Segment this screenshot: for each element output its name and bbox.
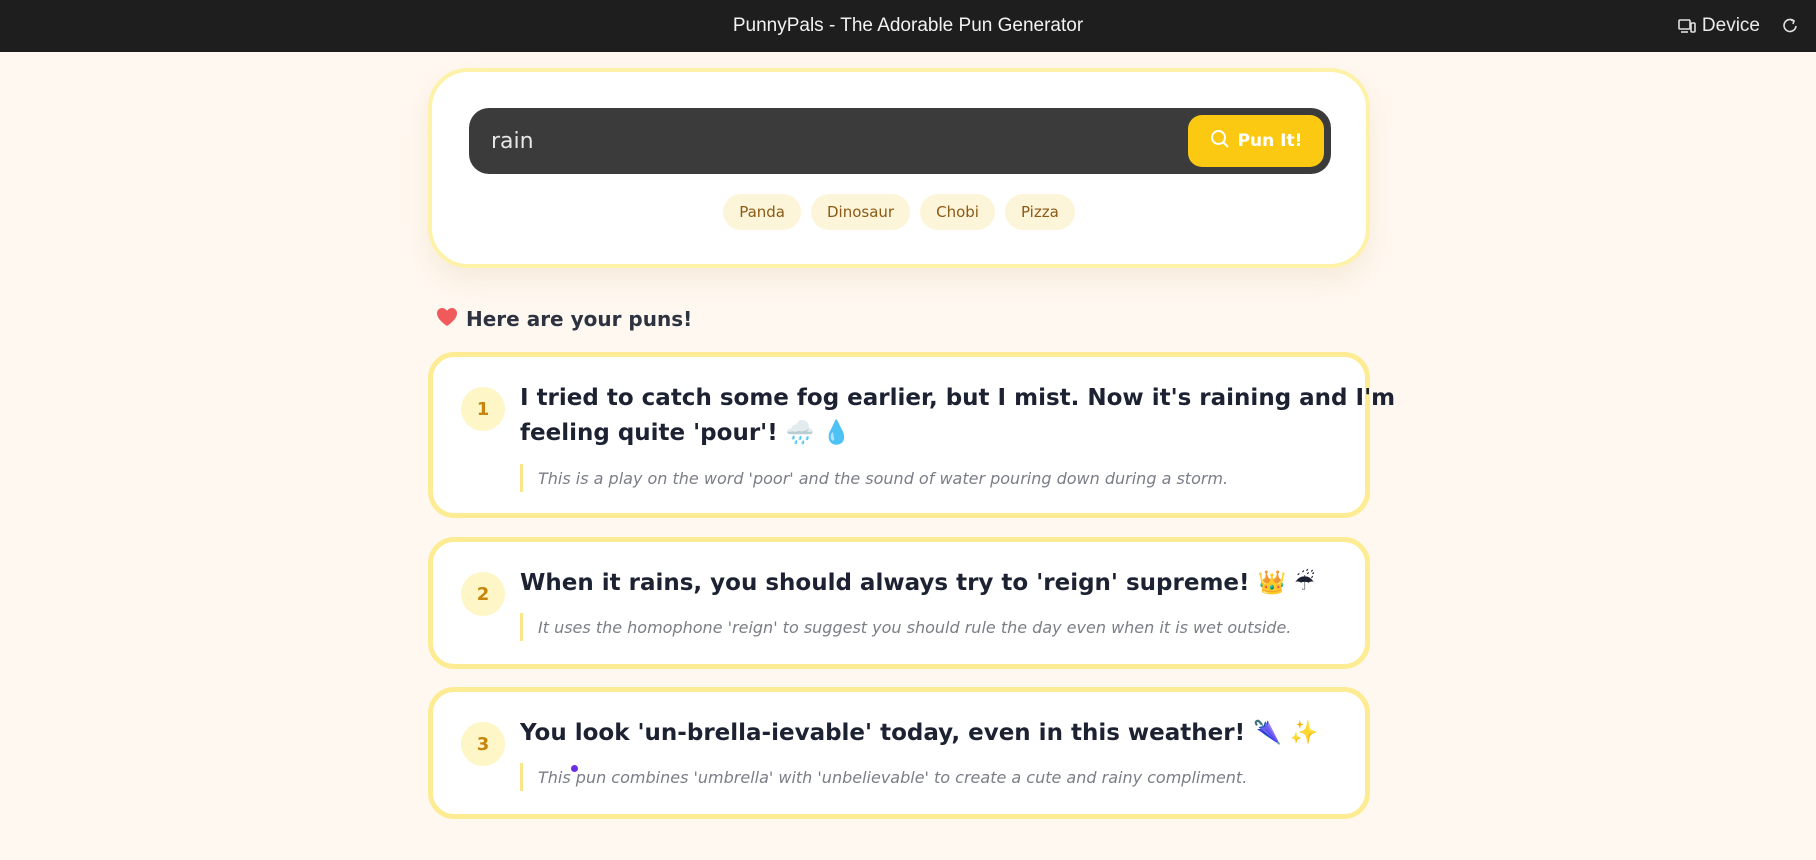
search-icon [1210,129,1230,154]
pun-text: I tried to catch some fog earlier, but I… [520,381,1396,451]
device-label: Device [1701,15,1760,36]
title-bar: PunnyPals - The Adorable Pun Generator D… [0,0,1816,52]
window-title: PunnyPals - The Adorable Pun Generator [732,15,1084,36]
pun-text-line: I tried to catch some fog earlier, but I… [520,385,1396,411]
search-card: Pun It! Panda Dinosaur Chobi Pizza [428,68,1370,268]
results-heading: Here are your puns! [436,304,692,334]
pun-text: When it rains, you should always try to … [520,566,1320,601]
refresh-icon [1782,17,1798,35]
search-input[interactable] [491,118,1151,164]
device-button[interactable]: Device [1678,15,1760,37]
suggestion-chips: Panda Dinosaur Chobi Pizza [432,194,1366,230]
pun-text: You look 'un-brella-ievable' today, even… [520,716,1320,751]
pun-it-label: Pun It! [1237,131,1303,151]
results-heading-text: Here are your puns! [466,307,693,331]
pun-card: 3 You look 'un-brella-ievable' today, ev… [428,687,1370,819]
pun-number-badge: 2 [461,572,505,616]
pun-text-line: When it rains, you should always try to … [520,570,1315,596]
pun-number-badge: 3 [461,722,505,766]
title-bar-controls: Device [1678,0,1798,52]
pun-explanation: It uses the homophone 'reign' to suggest… [520,613,1291,641]
search-bar: Pun It! [469,108,1331,174]
device-icon [1678,18,1696,34]
pun-card: 1 I tried to catch some fog earlier, but… [428,352,1396,518]
mouse-cursor-indicator [571,765,578,772]
pun-card: 2 When it rains, you should always try t… [428,537,1370,669]
refresh-button[interactable] [1782,17,1798,35]
pun-explanation: This pun combines 'umbrella' with 'unbel… [520,763,1247,791]
pun-it-button[interactable]: Pun It! [1188,115,1324,167]
chip-panda[interactable]: Panda [723,194,801,230]
pun-number-badge: 1 [461,387,505,431]
heart-icon [436,307,458,332]
chip-pizza[interactable]: Pizza [1004,194,1075,230]
pun-text-line: feeling quite 'pour'! 🌧️ 💧 [520,420,851,446]
pun-text-line: You look 'un-brella-ievable' today, even… [520,720,1319,746]
pun-explanation: This is a play on the word 'poor' and th… [520,464,1228,492]
chip-chobi[interactable]: Chobi [920,194,995,230]
chip-dinosaur[interactable]: Dinosaur [811,194,911,230]
